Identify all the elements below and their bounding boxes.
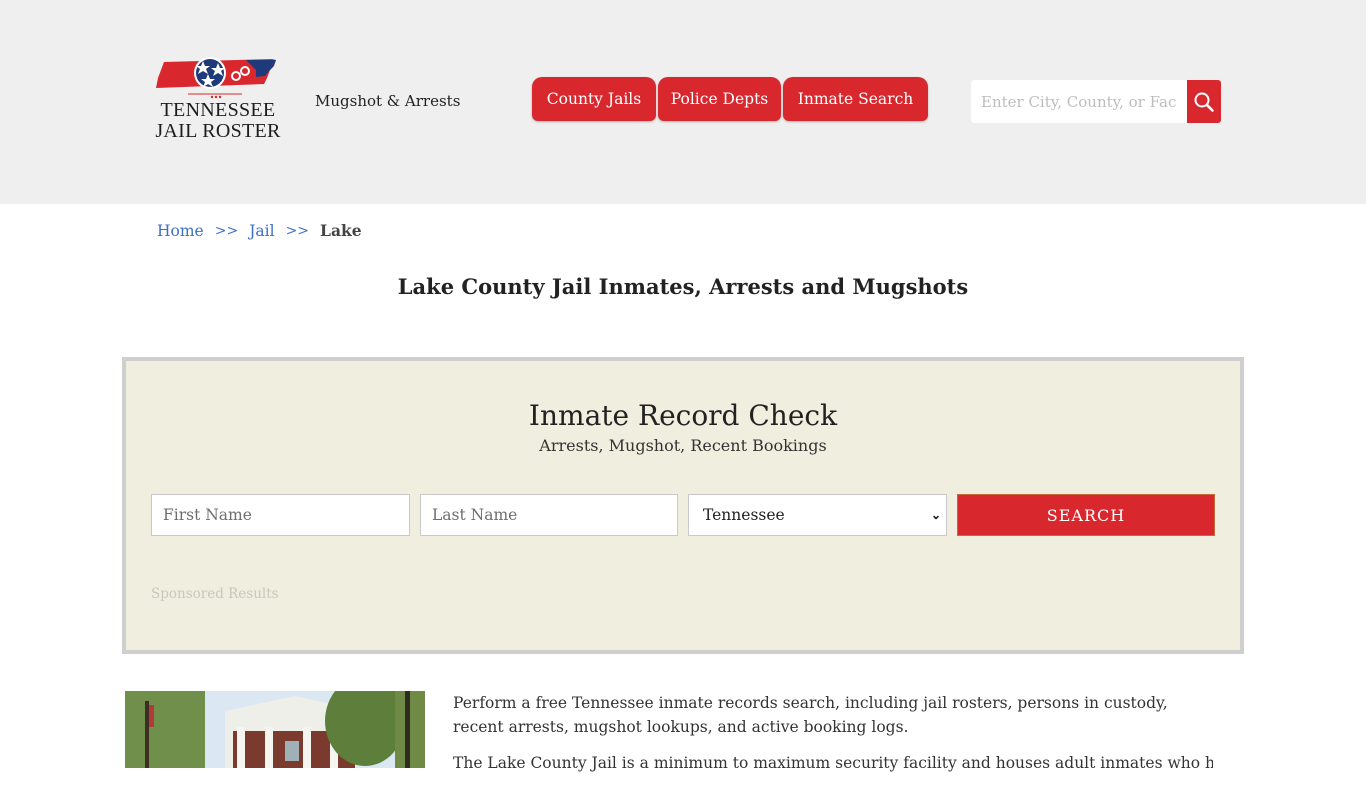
logo-line-2: JAIL ROSTER <box>155 120 281 142</box>
breadcrumb: Home >> Jail >> Lake <box>157 221 362 240</box>
intro-paragraph: Perform a free Tennessee inmate records … <box>453 694 1168 736</box>
facility-search <box>971 80 1221 123</box>
breadcrumb-separator: >> <box>214 222 239 239</box>
breadcrumb-home[interactable]: Home <box>157 222 204 240</box>
first-name-input[interactable] <box>151 494 410 536</box>
main-nav: County Jails Police Depts Inmate Search <box>532 77 930 121</box>
nav-tab-county-jails[interactable]: County Jails <box>532 77 656 121</box>
record-check-subtitle: Arrests, Mugshot, Recent Bookings <box>539 436 827 455</box>
state-select[interactable]: Tennessee ⌄ <box>688 494 947 536</box>
nav-tab-police-depts[interactable]: Police Depts <box>658 77 781 121</box>
chevron-down-icon: ⌄ <box>930 508 941 522</box>
inmate-record-check-panel: Inmate Record Check Arrests, Mugshot, Re… <box>122 357 1244 654</box>
record-search-button[interactable]: SEARCH <box>957 494 1215 536</box>
page-title: Lake County Jail Inmates, Arrests and Mu… <box>397 274 969 299</box>
record-check-title: Inmate Record Check <box>528 399 838 432</box>
facility-search-button[interactable] <box>1187 80 1221 123</box>
facility-search-input[interactable] <box>971 80 1187 123</box>
breadcrumb-separator: >> <box>285 222 310 239</box>
logo-text: TENNESSEE JAIL ROSTER <box>152 100 284 142</box>
last-name-input[interactable] <box>420 494 678 536</box>
jail-building-photo <box>125 691 425 768</box>
site-tagline: Mugshot & Arrests <box>315 92 461 110</box>
nav-tab-inmate-search[interactable]: Inmate Search <box>783 77 928 121</box>
site-header: TENNESSEE JAIL ROSTER Mugshot & Arrests … <box>0 0 1366 204</box>
logo-line-1: TENNESSEE <box>160 99 276 121</box>
breadcrumb-jail[interactable]: Jail <box>249 222 274 240</box>
search-icon <box>1194 92 1214 112</box>
tennessee-state-flag-icon <box>156 57 276 99</box>
intro-text: Perform a free Tennessee inmate records … <box>453 691 1213 787</box>
sponsored-results-label: Sponsored Results <box>151 586 279 602</box>
state-select-value: Tennessee <box>703 506 785 524</box>
breadcrumb-current: Lake <box>320 221 362 240</box>
site-logo[interactable]: TENNESSEE JAIL ROSTER <box>152 56 284 148</box>
intro-paragraph: The Lake County Jail is a minimum to max… <box>453 754 1213 772</box>
